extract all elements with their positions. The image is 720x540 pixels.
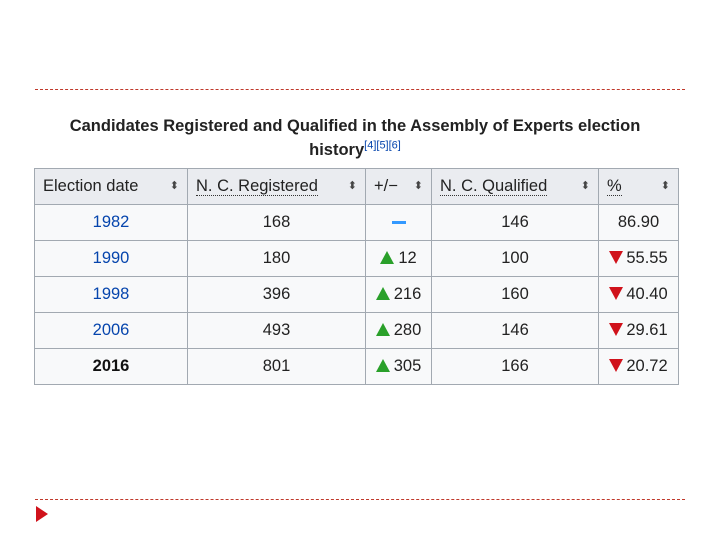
change-cell: 12: [365, 240, 432, 277]
bullet-arrow-icon: [36, 506, 48, 522]
change-cell: 280: [365, 312, 432, 349]
percent-cell: 20.72: [598, 348, 679, 385]
up-triangle-icon: [380, 251, 395, 264]
sort-icon[interactable]: ⬍: [170, 177, 179, 195]
change-value: 216: [393, 285, 422, 303]
registered-cell: 168: [187, 204, 366, 241]
header-label: N. C. Registered: [196, 177, 318, 196]
table-row: 1998 396 216 160 40.40: [34, 276, 679, 313]
header-registered[interactable]: N. C. Registered ⬍: [187, 168, 366, 205]
change-cell: 305: [365, 348, 432, 385]
table-row: 2016 801 305 166 20.72: [34, 348, 679, 385]
change-value: 12: [398, 249, 417, 267]
down-triangle-icon: [609, 359, 624, 372]
qualified-cell: 166: [431, 348, 599, 385]
qualified-cell: 100: [431, 240, 599, 277]
registered-cell: 396: [187, 276, 366, 313]
table-row: 2006 493 280 146 29.61: [34, 312, 679, 349]
election-date-link[interactable]: 2006: [34, 312, 188, 349]
change-cell: 216: [365, 276, 432, 313]
election-date-link[interactable]: 1982: [34, 204, 188, 241]
up-triangle-icon: [375, 323, 390, 336]
percent-value: 40.40: [626, 285, 668, 303]
registered-cell: 801: [187, 348, 366, 385]
dash-icon: [391, 221, 406, 225]
caption-text: Candidates Registered and Qualified in t…: [69, 117, 641, 159]
table-caption: Candidates Registered and Qualified in t…: [35, 114, 675, 162]
percent-cell: 86.90: [598, 204, 679, 241]
change-value: 305: [393, 357, 422, 375]
header-label: Election date: [43, 177, 139, 195]
percent-value: 55.55: [626, 249, 668, 267]
down-triangle-icon: [609, 287, 624, 300]
bottom-dashed-rule: [35, 499, 685, 500]
header-election-date[interactable]: Election date ⬍: [34, 168, 188, 205]
registered-cell: 180: [187, 240, 366, 277]
header-percent[interactable]: % ⬍: [598, 168, 679, 205]
down-triangle-icon: [609, 251, 624, 264]
sort-icon[interactable]: ⬍: [348, 177, 357, 195]
percent-value: 20.72: [626, 357, 668, 375]
sort-icon[interactable]: ⬍: [661, 177, 670, 195]
change-cell: [365, 204, 432, 241]
sort-icon[interactable]: ⬍: [414, 177, 423, 195]
table-row: 1990 180 12 100 55.55: [34, 240, 679, 277]
qualified-cell: 146: [431, 204, 599, 241]
election-date-current: 2016: [34, 348, 188, 385]
election-date-link[interactable]: 1990: [34, 240, 188, 277]
up-triangle-icon: [375, 359, 390, 372]
top-dashed-rule: [35, 89, 685, 90]
header-change[interactable]: +/− ⬍: [365, 168, 432, 205]
percent-value: 86.90: [617, 213, 660, 231]
down-triangle-icon: [609, 323, 624, 336]
percent-value: 29.61: [626, 321, 668, 339]
up-triangle-icon: [375, 287, 390, 300]
header-qualified[interactable]: N. C. Qualified ⬍: [431, 168, 599, 205]
header-row: Election date ⬍ N. C. Registered ⬍ +/− ⬍ N.…: [34, 168, 679, 205]
caption-citations[interactable]: [4][5][6]: [364, 140, 401, 152]
change-value: 280: [393, 321, 422, 339]
registered-cell: 493: [187, 312, 366, 349]
percent-cell: 55.55: [598, 240, 679, 277]
header-label: +/−: [374, 177, 398, 195]
election-date-link[interactable]: 1998: [34, 276, 188, 313]
qualified-cell: 146: [431, 312, 599, 349]
percent-cell: 40.40: [598, 276, 679, 313]
header-label: N. C. Qualified: [440, 177, 548, 196]
header-label: %: [607, 177, 622, 196]
table-row: 1982 168 146 86.90: [34, 204, 679, 241]
sort-icon[interactable]: ⬍: [581, 177, 590, 195]
election-history-table: Election date ⬍ N. C. Registered ⬍ +/− ⬍ N.…: [34, 168, 679, 385]
qualified-cell: 160: [431, 276, 599, 313]
percent-cell: 29.61: [598, 312, 679, 349]
